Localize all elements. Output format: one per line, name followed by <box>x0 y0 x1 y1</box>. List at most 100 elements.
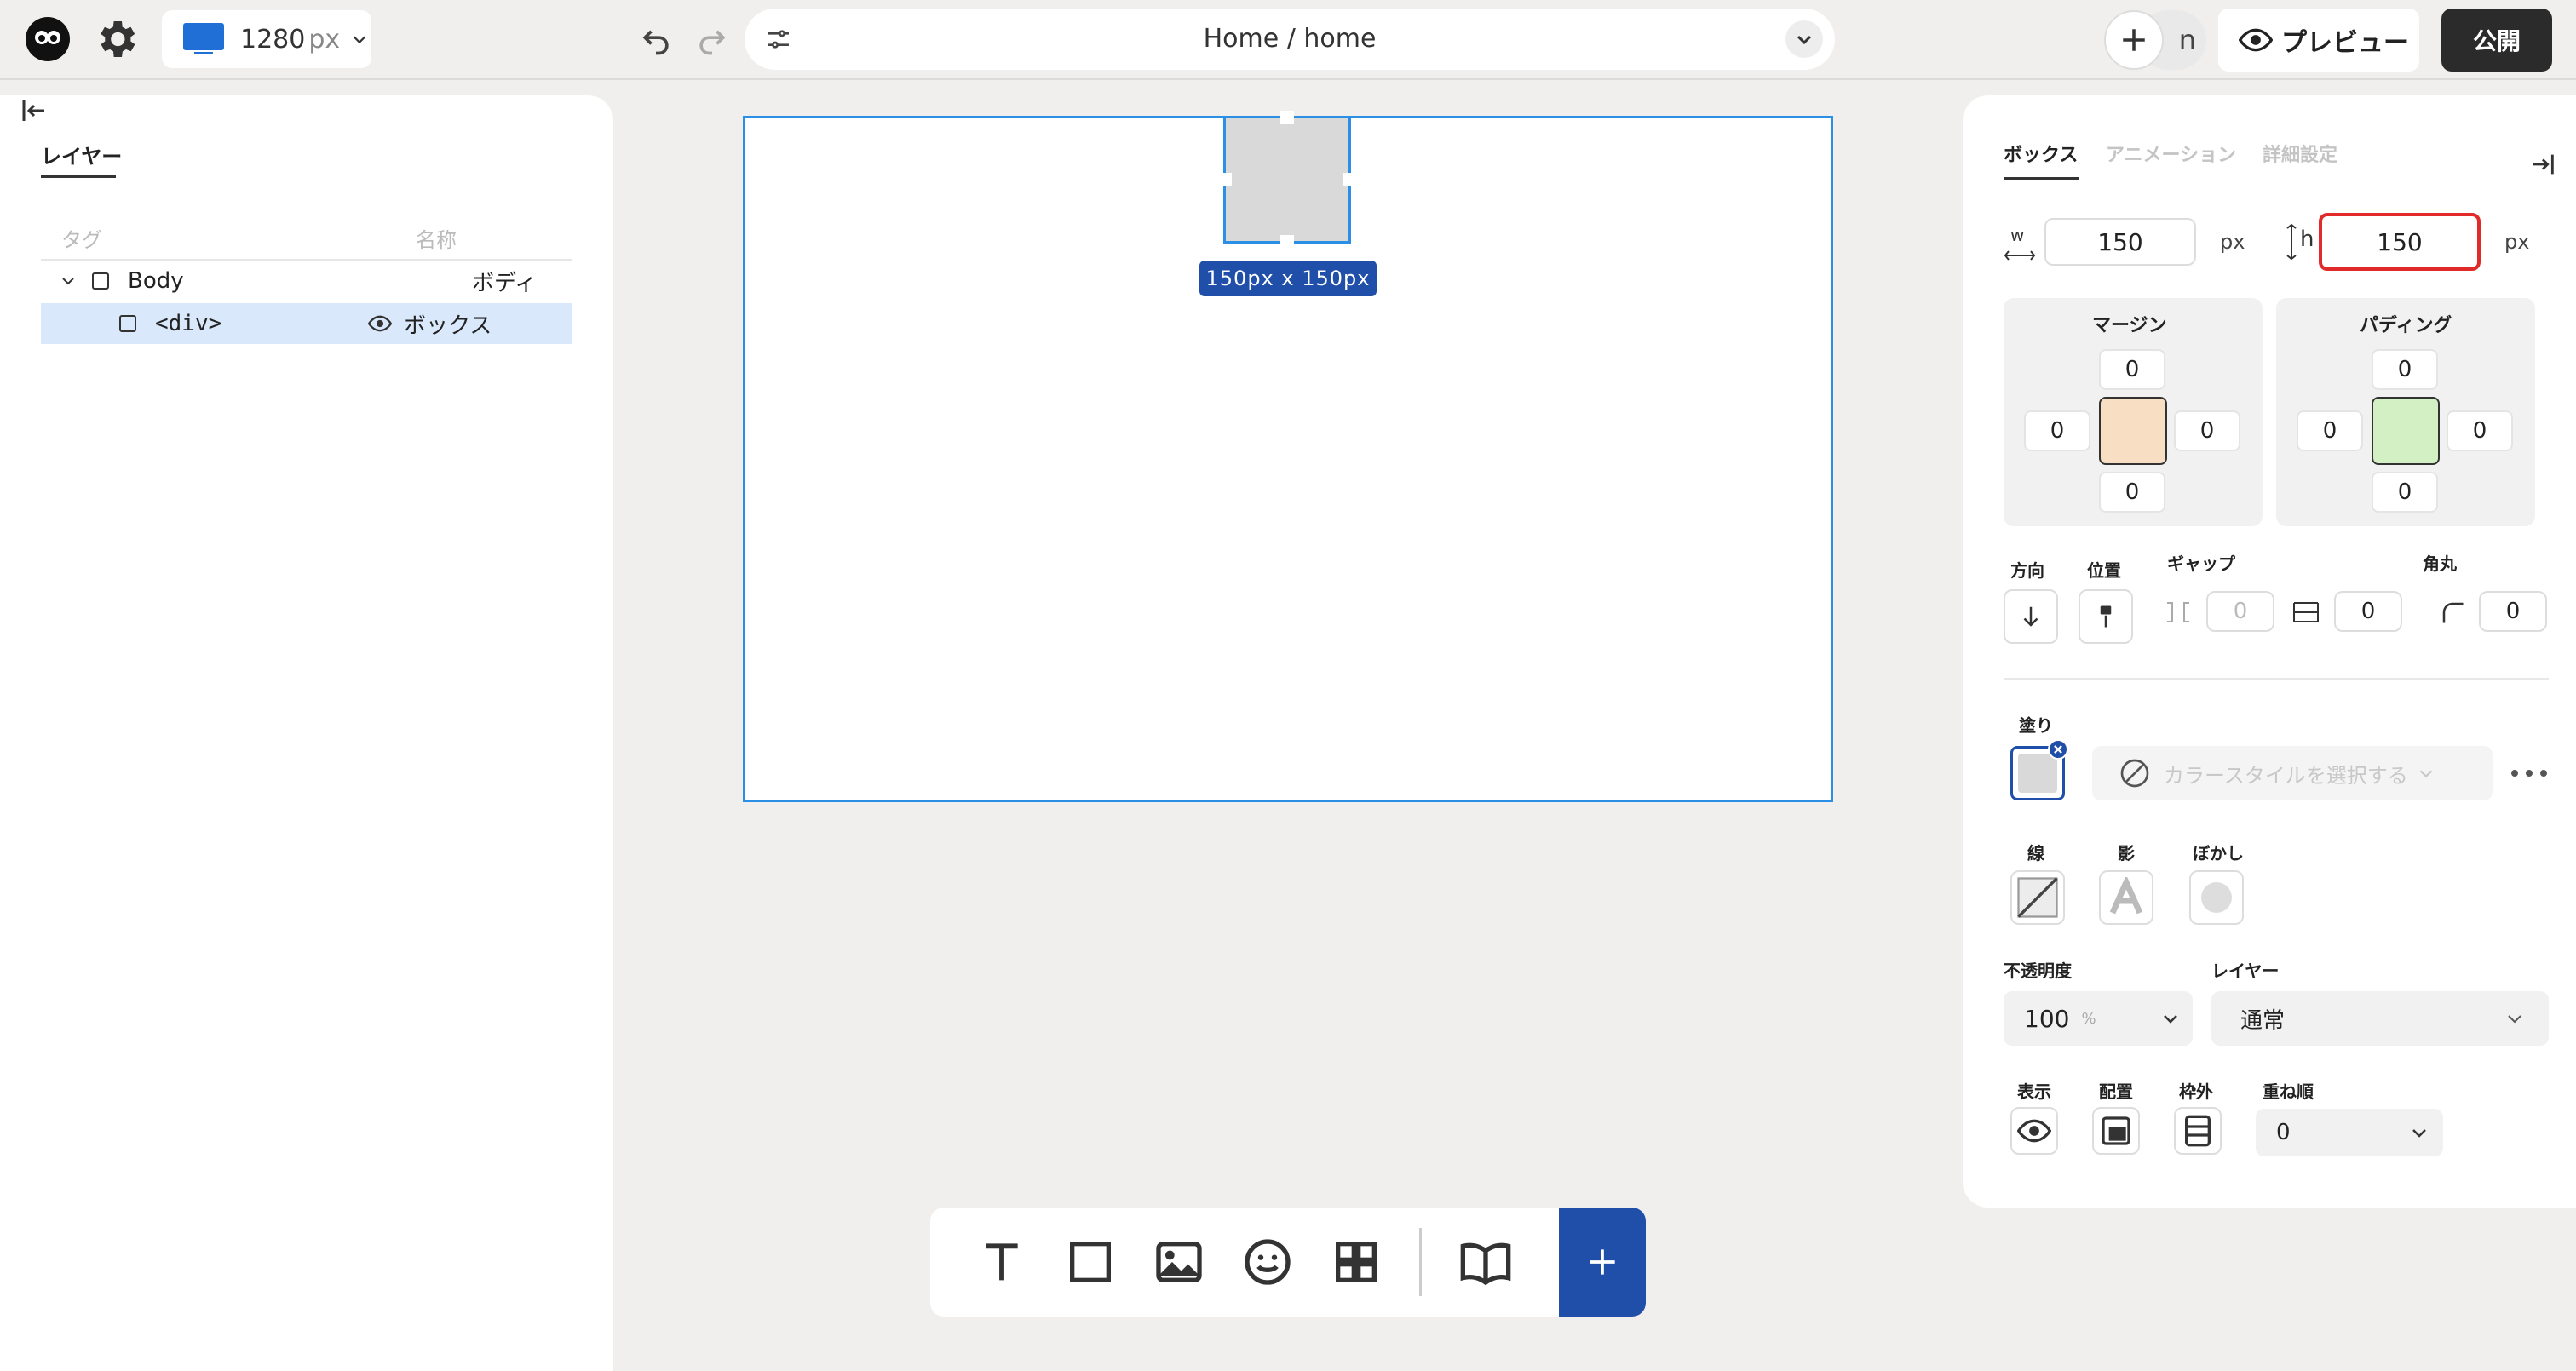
text-tool-icon[interactable] <box>975 1235 1029 1289</box>
blur-button[interactable] <box>2189 870 2244 925</box>
toolbar-divider <box>1419 1228 1422 1296</box>
overflow-icon <box>2185 1115 2211 1147</box>
position-static-icon <box>2102 1116 2130 1145</box>
gear-icon[interactable] <box>92 15 140 63</box>
blur-label: ぼかし <box>2193 843 2244 863</box>
padding-left-input[interactable]: 0 <box>2297 410 2363 451</box>
radius-input[interactable]: 0 <box>2479 591 2547 632</box>
horizontal-arrow-icon <box>2004 250 2036 261</box>
display-label: 表示 <box>2017 1081 2051 1102</box>
divider <box>2004 678 2549 680</box>
layout-button[interactable] <box>2092 1107 2140 1155</box>
components-tool-icon[interactable] <box>1329 1235 1383 1289</box>
more-icon[interactable] <box>2508 763 2550 783</box>
resize-handle[interactable] <box>1218 173 1232 186</box>
tab-animation[interactable]: アニメーション <box>2106 140 2236 167</box>
tab-underline <box>41 175 116 178</box>
box-icon <box>119 315 136 332</box>
add-element-button[interactable] <box>1559 1208 1646 1317</box>
plus-icon <box>2123 29 2145 51</box>
blend-mode-select[interactable]: 通常 <box>2211 991 2549 1046</box>
radius-label: 角丸 <box>2423 554 2457 574</box>
padding-top-input[interactable]: 0 <box>2372 349 2438 390</box>
margin-label: マージン <box>2092 315 2167 336</box>
gap-row-input[interactable]: 0 <box>2206 591 2274 632</box>
remove-fill-button[interactable] <box>2048 739 2068 760</box>
chevron-down-icon <box>2508 1015 2521 1024</box>
layer-tag: <div> <box>155 311 222 336</box>
tab-layers[interactable]: レイヤー <box>41 140 122 169</box>
box-icon <box>92 272 109 290</box>
layer-row-body[interactable]: Body ボディ <box>41 261 572 301</box>
color-style-select[interactable]: カラースタイルを選択する <box>2092 746 2493 800</box>
corner-radius-icon <box>2442 602 2464 623</box>
layer-row-div[interactable]: <div> ボックス <box>41 303 572 344</box>
layer-label: レイヤー <box>2211 961 2280 981</box>
stroke-none-icon <box>2017 877 2058 918</box>
page-dropdown-button[interactable] <box>1785 20 1823 58</box>
redo-icon[interactable] <box>693 20 731 58</box>
device-width-selector[interactable]: 1280 px <box>162 10 371 68</box>
overflow-button[interactable] <box>2174 1107 2222 1155</box>
margin-bottom-input[interactable]: 0 <box>2099 472 2165 513</box>
resize-handle[interactable] <box>1280 235 1294 249</box>
emoji-tool-icon[interactable] <box>1240 1235 1295 1289</box>
padding-bottom-input[interactable]: 0 <box>2372 472 2438 513</box>
resize-handle[interactable] <box>1280 111 1294 124</box>
app-logo-icon[interactable] <box>26 17 70 61</box>
blur-icon <box>2201 882 2232 913</box>
page-path-bar[interactable]: Home / home <box>745 9 1835 70</box>
add-collaborator-button[interactable] <box>2104 10 2164 70</box>
monitor-icon <box>183 23 224 54</box>
chevron-down-icon[interactable] <box>58 271 78 291</box>
zindex-value: 0 <box>2276 1120 2291 1145</box>
preview-button[interactable]: プレビュー <box>2218 9 2419 72</box>
publish-button[interactable]: 公開 <box>2441 9 2552 72</box>
eye-icon[interactable] <box>368 312 392 336</box>
preview-label: プレビュー <box>2281 28 2409 58</box>
selected-box-element[interactable] <box>1223 116 1351 244</box>
tab-advanced[interactable]: 詳細設定 <box>2263 140 2337 167</box>
margin-left-input[interactable]: 0 <box>2024 410 2090 451</box>
close-icon <box>2054 745 2062 754</box>
padding-right-input[interactable]: 0 <box>2447 410 2513 451</box>
tab-underline <box>2004 177 2079 180</box>
align-top-icon <box>2100 605 2112 628</box>
position-button[interactable] <box>2079 589 2133 644</box>
layer-tag: Body <box>128 268 184 294</box>
zindex-label: 重ね順 <box>2263 1081 2314 1102</box>
chevron-down-icon <box>2164 1015 2177 1024</box>
direction-button[interactable] <box>2004 589 2058 644</box>
width-input[interactable]: 150 <box>2044 218 2196 266</box>
undo-icon[interactable] <box>637 20 675 58</box>
shadow-button[interactable] <box>2099 870 2153 925</box>
image-tool-icon[interactable] <box>1152 1235 1206 1289</box>
resize-handle[interactable] <box>1343 173 1356 186</box>
stroke-button[interactable] <box>2010 870 2065 925</box>
zindex-select[interactable]: 0 <box>2256 1109 2443 1156</box>
margin-right-input[interactable]: 0 <box>2174 410 2240 451</box>
collapse-right-icon[interactable] <box>2528 150 2557 179</box>
chevron-down-icon <box>2412 1129 2426 1138</box>
margin-top-input[interactable]: 0 <box>2099 349 2165 390</box>
arrow-down-icon <box>2023 606 2038 627</box>
height-input[interactable]: 150 <box>2319 213 2481 271</box>
fill-label: 塗り <box>2019 715 2053 736</box>
eye-icon <box>2017 1119 2051 1143</box>
opacity-label: 不透明度 <box>2004 961 2072 981</box>
device-width-value: 1280 <box>240 24 306 54</box>
opacity-select[interactable]: 100 % <box>2004 991 2193 1046</box>
display-button[interactable] <box>2010 1107 2058 1155</box>
insert-toolbar <box>930 1208 1646 1317</box>
chevron-down-icon <box>353 36 366 44</box>
box-tool-icon[interactable] <box>1063 1235 1118 1289</box>
page-path: Home / home <box>1203 24 1377 54</box>
gap-column-input[interactable]: 0 <box>2334 591 2402 632</box>
padding-preview <box>2372 397 2440 465</box>
layout-label: 配置 <box>2099 1081 2133 1102</box>
collapse-left-icon[interactable] <box>19 95 49 126</box>
tab-box[interactable]: ボックス <box>2004 140 2078 167</box>
opacity-unit: % <box>2081 1009 2096 1028</box>
layer-name: ボディ <box>472 270 538 296</box>
book-icon[interactable] <box>1458 1235 1513 1289</box>
